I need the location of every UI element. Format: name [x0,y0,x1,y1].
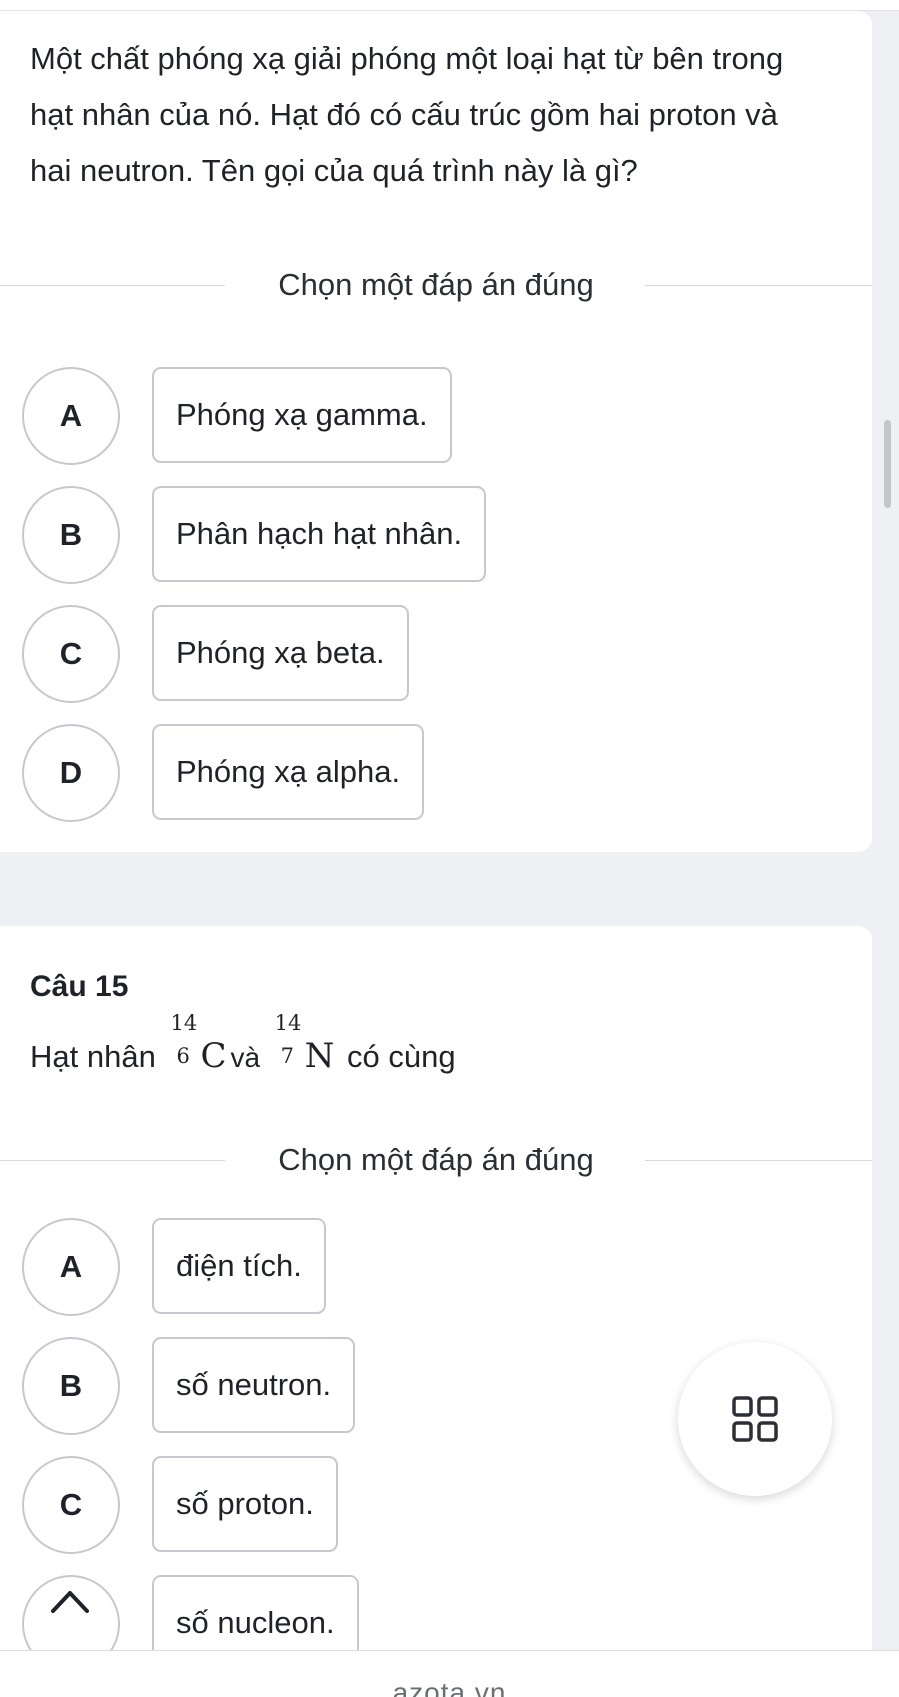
grid-icon [732,1396,778,1442]
nuclide-carbon: 14 6 C [170,1013,227,1084]
mass-number: 14 [274,1011,302,1035]
top-divider [0,0,899,11]
question-card-1: Một chất phóng xạ giải phóng một loại hạ… [0,11,872,852]
element-symbol: N [304,1036,335,1076]
option-answer[interactable]: Phân hạch hạt nhân. [152,486,487,582]
option-letter[interactable]: D [22,724,120,822]
conjunction: và [230,1042,261,1073]
nuclide-nitrogen: 14 7 N [275,1013,335,1084]
option-letter[interactable]: C [22,605,120,703]
question-text: Hạt nhân 14 6 C và 14 7 N có cùng [30,1013,456,1086]
choose-answer-divider: Chọn một đáp án đúng [0,1140,872,1180]
browser-bottom-bar: azota.vn [0,1650,899,1697]
option-answer[interactable]: Phóng xạ beta. [152,605,409,701]
site-name: azota.vn [392,1677,507,1697]
question-text: Một chất phóng xạ giải phóng một loại hạ… [30,41,784,188]
option-letter[interactable]: C [22,1456,120,1554]
question-text-suffix: có cùng [347,1039,456,1074]
chevron-up-icon [51,1591,89,1613]
option-letter[interactable]: B [22,486,120,584]
scroll-up-button[interactable] [35,1573,105,1623]
question-text-prefix: Hạt nhân [30,1039,156,1074]
scrollbar-thumb[interactable] [884,420,891,508]
option-answer[interactable]: số proton. [152,1456,338,1552]
choose-answer-label: Chọn một đáp án đúng [278,267,594,302]
option-answer[interactable]: số neutron. [152,1337,356,1433]
choose-answer-divider: Chọn một đáp án đúng [0,265,872,305]
question-card-15: Câu 15 Hạt nhân 14 6 C và 14 7 N có cùng… [0,926,872,1673]
option-letter[interactable]: A [22,367,120,465]
option-letter[interactable]: B [22,1337,120,1435]
question-title: Câu 15 [30,970,129,1003]
option-answer[interactable]: Phóng xạ alpha. [152,724,425,820]
mass-number: 14 [170,1011,198,1035]
element-symbol: C [200,1036,227,1076]
atomic-number: 7 [280,1044,295,1068]
option-answer[interactable]: Phóng xạ gamma. [152,367,452,463]
question-grid-button[interactable] [678,1342,832,1496]
option-answer[interactable]: điện tích. [152,1218,326,1314]
atomic-number: 6 [176,1044,190,1068]
choose-answer-label: Chọn một đáp án đúng [278,1142,594,1177]
option-letter[interactable]: A [22,1218,120,1316]
